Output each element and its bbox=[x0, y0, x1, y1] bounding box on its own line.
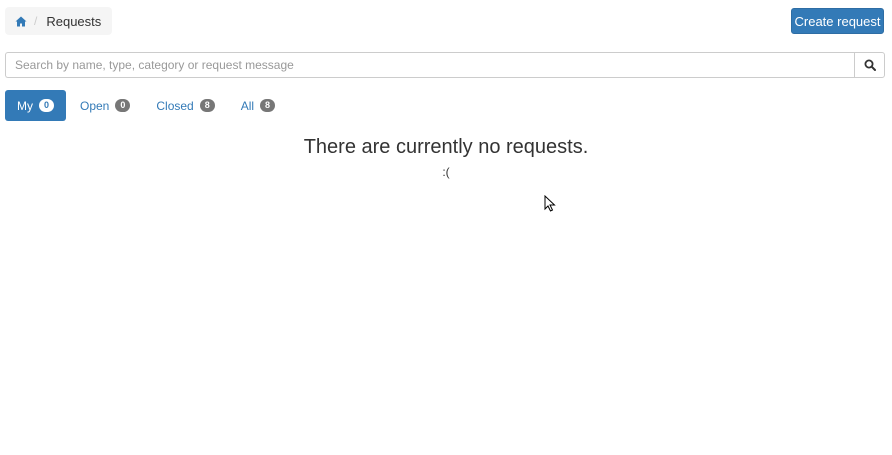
tab-all[interactable]: All 8 bbox=[229, 90, 287, 121]
breadcrumb-separator: / bbox=[34, 14, 38, 28]
empty-state-face: :( bbox=[442, 165, 450, 179]
tab-closed[interactable]: Closed 8 bbox=[144, 90, 226, 121]
empty-state-title: There are currently no requests. bbox=[303, 136, 589, 158]
tab-my-count-badge: 0 bbox=[39, 99, 54, 112]
tab-my-label: My bbox=[17, 98, 33, 113]
search-input[interactable] bbox=[5, 52, 854, 78]
tab-all-count-badge: 8 bbox=[260, 99, 276, 112]
breadcrumb: / Requests bbox=[5, 7, 113, 35]
tab-closed-count-badge: 8 bbox=[199, 99, 215, 112]
create-request-button[interactable]: Create request bbox=[791, 8, 884, 34]
tab-closed-label: Closed bbox=[156, 98, 194, 113]
search-icon bbox=[864, 59, 876, 71]
breadcrumb-current: Requests bbox=[46, 13, 102, 29]
search-bar bbox=[5, 52, 885, 78]
tab-my[interactable]: My 0 bbox=[5, 90, 66, 121]
mouse-cursor-icon bbox=[544, 195, 556, 212]
request-filter-tabs: My 0 Open 0 Closed 8 All 8 bbox=[5, 90, 289, 121]
tab-open[interactable]: Open 0 bbox=[68, 90, 142, 121]
home-icon[interactable] bbox=[15, 15, 27, 27]
search-button[interactable] bbox=[854, 52, 885, 78]
tab-all-label: All bbox=[240, 98, 255, 113]
tab-open-count-badge: 0 bbox=[115, 99, 131, 112]
tab-open-label: Open bbox=[80, 98, 110, 113]
